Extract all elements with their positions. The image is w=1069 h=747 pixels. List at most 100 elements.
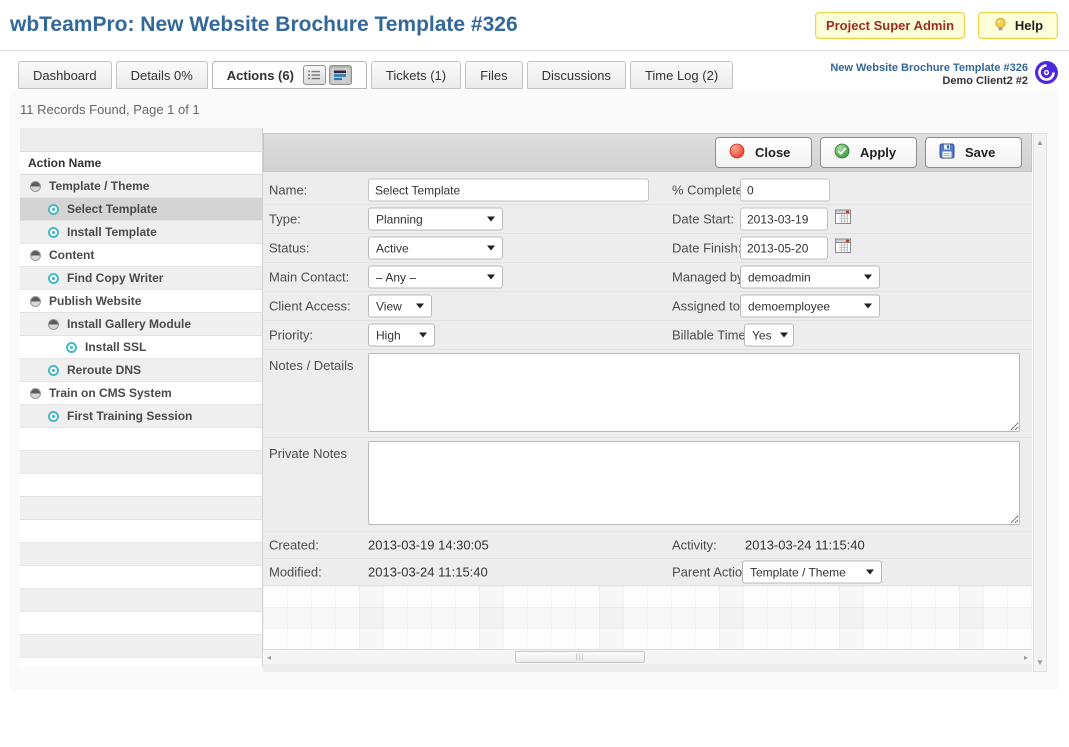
tab-files[interactable]: Files xyxy=(465,61,522,89)
child-node-icon xyxy=(48,204,59,215)
tab-details[interactable]: Details 0% xyxy=(116,61,208,89)
notes-label: Notes / Details xyxy=(269,358,354,373)
assigned-to-select[interactable]: demoemployee xyxy=(740,295,880,318)
activity-label: Activity: xyxy=(672,538,717,553)
floppy-disk-icon xyxy=(939,143,955,162)
status-select[interactable]: Active xyxy=(368,237,503,260)
date-finish-input[interactable] xyxy=(740,237,828,260)
chevron-down-icon xyxy=(416,304,424,309)
parent-node-icon xyxy=(48,319,59,330)
parent-node-icon xyxy=(30,250,41,261)
scroll-up-icon[interactable]: ▲ xyxy=(1036,138,1044,147)
horizontal-scroll-thumb[interactable]: ||| xyxy=(515,651,645,663)
chevron-down-icon xyxy=(780,333,788,338)
form-row-priority: Priority: High Billable Time: Yes xyxy=(263,321,1032,350)
list-view-button[interactable] xyxy=(303,65,326,85)
tree-column-header: Action Name xyxy=(20,152,262,175)
tree-item-install-ssl[interactable]: Install SSL xyxy=(20,336,262,359)
tree-item-reroute-dns[interactable]: Reroute DNS xyxy=(20,359,262,382)
apply-check-icon xyxy=(834,143,850,162)
tree-item-install-template[interactable]: Install Template xyxy=(20,221,262,244)
tab-timelog[interactable]: Time Log (2) xyxy=(630,61,733,89)
calendar-icon[interactable] xyxy=(835,238,852,259)
priority-select[interactable]: High xyxy=(368,324,435,347)
type-select[interactable]: Planning xyxy=(368,208,503,231)
private-notes-label: Private Notes xyxy=(269,446,347,461)
percent-complete-input[interactable] xyxy=(740,179,830,202)
tab-actions[interactable]: Actions (6) xyxy=(212,61,367,89)
admin-button-label: Project Super Admin xyxy=(826,18,954,33)
name-input[interactable] xyxy=(368,179,649,202)
form-row-type: Type: Planning Date Start: xyxy=(263,205,1032,234)
page-title: wbTeamPro: New Website Brochure Template… xyxy=(10,13,518,37)
detail-view-button[interactable] xyxy=(329,65,352,85)
help-button[interactable]: Help xyxy=(978,12,1058,39)
type-label: Type: xyxy=(269,212,301,227)
purple-swirl-icon xyxy=(1034,60,1059,90)
scroll-left-icon[interactable]: ◂ xyxy=(267,653,271,662)
project-super-admin-button[interactable]: Project Super Admin xyxy=(815,12,965,39)
main-contact-label: Main Contact: xyxy=(269,270,349,285)
scroll-right-icon[interactable]: ▸ xyxy=(1024,653,1028,662)
tab-discussions[interactable]: Discussions xyxy=(527,61,626,89)
detail-view-icon xyxy=(333,69,347,81)
chevron-down-icon xyxy=(864,275,872,280)
tree-item-publish-website[interactable]: Publish Website xyxy=(20,290,262,313)
modified-label: Modified: xyxy=(269,565,322,580)
form-row-created: Created: 2013-03-19 14:30:05 Activity: 2… xyxy=(263,532,1032,559)
tree-item-template-theme[interactable]: Template / Theme xyxy=(20,175,262,198)
main-contact-select[interactable]: – Any – xyxy=(368,266,503,289)
empty-row xyxy=(20,451,262,474)
list-view-icon xyxy=(307,69,321,81)
tab-dashboard[interactable]: Dashboard xyxy=(18,61,112,89)
content-area: 11 Records Found, Page 1 of 1 Action Nam… xyxy=(10,90,1059,690)
chevron-down-icon xyxy=(419,333,427,338)
tree-item-find-copy-writer[interactable]: Find Copy Writer xyxy=(20,267,262,290)
scroll-down-icon[interactable]: ▼ xyxy=(1036,658,1044,667)
empty-row xyxy=(20,520,262,543)
created-value: 2013-03-19 14:30:05 xyxy=(368,538,489,553)
action-tree-panel: Action Name Template / Theme Select Temp… xyxy=(20,128,263,667)
date-start-label: Date Start: xyxy=(672,212,734,227)
empty-row xyxy=(20,589,262,612)
child-node-icon xyxy=(48,227,59,238)
parent-node-icon xyxy=(30,296,41,307)
close-icon xyxy=(729,143,745,162)
priority-label: Priority: xyxy=(269,328,313,343)
empty-row xyxy=(20,497,262,520)
project-ref-title: New Website Brochure Template #326 xyxy=(760,62,1028,75)
child-node-icon xyxy=(48,365,59,376)
tree-item-first-training-session[interactable]: First Training Session xyxy=(20,405,262,428)
save-button[interactable]: Save xyxy=(925,137,1022,168)
billable-time-label: Billable Time: xyxy=(672,328,749,343)
tree-toolbar-row xyxy=(20,128,262,152)
form-row-client-access: Client Access: View Assigned to: demoemp… xyxy=(263,292,1032,321)
apply-button[interactable]: Apply xyxy=(820,137,917,168)
close-button[interactable]: Close xyxy=(715,137,812,168)
tab-tickets[interactable]: Tickets (1) xyxy=(371,61,461,89)
project-ref-client: Demo Client2 #2 xyxy=(760,75,1028,88)
tree-item-content[interactable]: Content xyxy=(20,244,262,267)
date-start-input[interactable] xyxy=(740,208,828,231)
client-access-select[interactable]: View xyxy=(368,295,432,318)
notes-textarea[interactable] xyxy=(368,353,1020,432)
chevron-down-icon xyxy=(866,570,874,575)
calendar-icon[interactable] xyxy=(835,209,852,230)
tree-item-select-template[interactable]: Select Template xyxy=(20,198,262,221)
modified-value: 2013-03-24 11:15:40 xyxy=(368,565,488,580)
parent-node-icon xyxy=(30,388,41,399)
vertical-scrollbar[interactable]: ▲ ▼ xyxy=(1033,133,1047,672)
form-row-main-contact: Main Contact: – Any – Managed by: demoad… xyxy=(263,263,1032,292)
tree-item-train-on-cms[interactable]: Train on CMS System xyxy=(20,382,262,405)
horizontal-scrollbar[interactable]: ◂ ||| ▸ xyxy=(263,649,1032,664)
private-notes-textarea[interactable] xyxy=(368,441,1020,525)
parent-node-icon xyxy=(30,181,41,192)
tree-item-install-gallery-module[interactable]: Install Gallery Module xyxy=(20,313,262,336)
activity-value: 2013-03-24 11:15:40 xyxy=(745,538,865,553)
parent-action-select[interactable]: Template / Theme xyxy=(742,561,882,584)
billable-time-select[interactable]: Yes xyxy=(744,324,794,347)
child-node-icon xyxy=(48,411,59,422)
wbteampro-app: wbTeamPro: New Website Brochure Template… xyxy=(0,0,1069,747)
chevron-down-icon xyxy=(487,246,495,251)
managed-by-select[interactable]: demoadmin xyxy=(740,266,880,289)
